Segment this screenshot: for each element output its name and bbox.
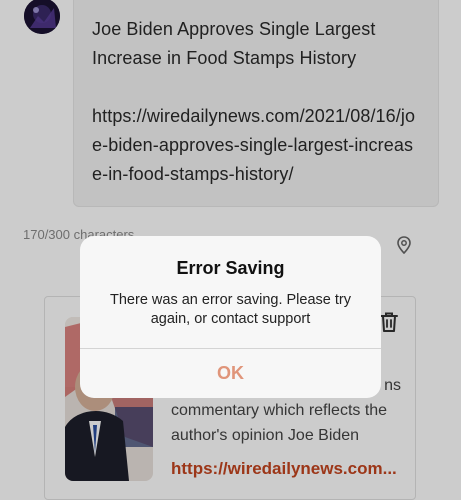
error-dialog: Error Saving There was an error saving. … (80, 236, 381, 398)
dialog-title: Error Saving (176, 258, 285, 278)
ok-button[interactable]: OK (80, 349, 381, 398)
dialog-message: There was an error saving. Please try ag… (110, 292, 351, 327)
